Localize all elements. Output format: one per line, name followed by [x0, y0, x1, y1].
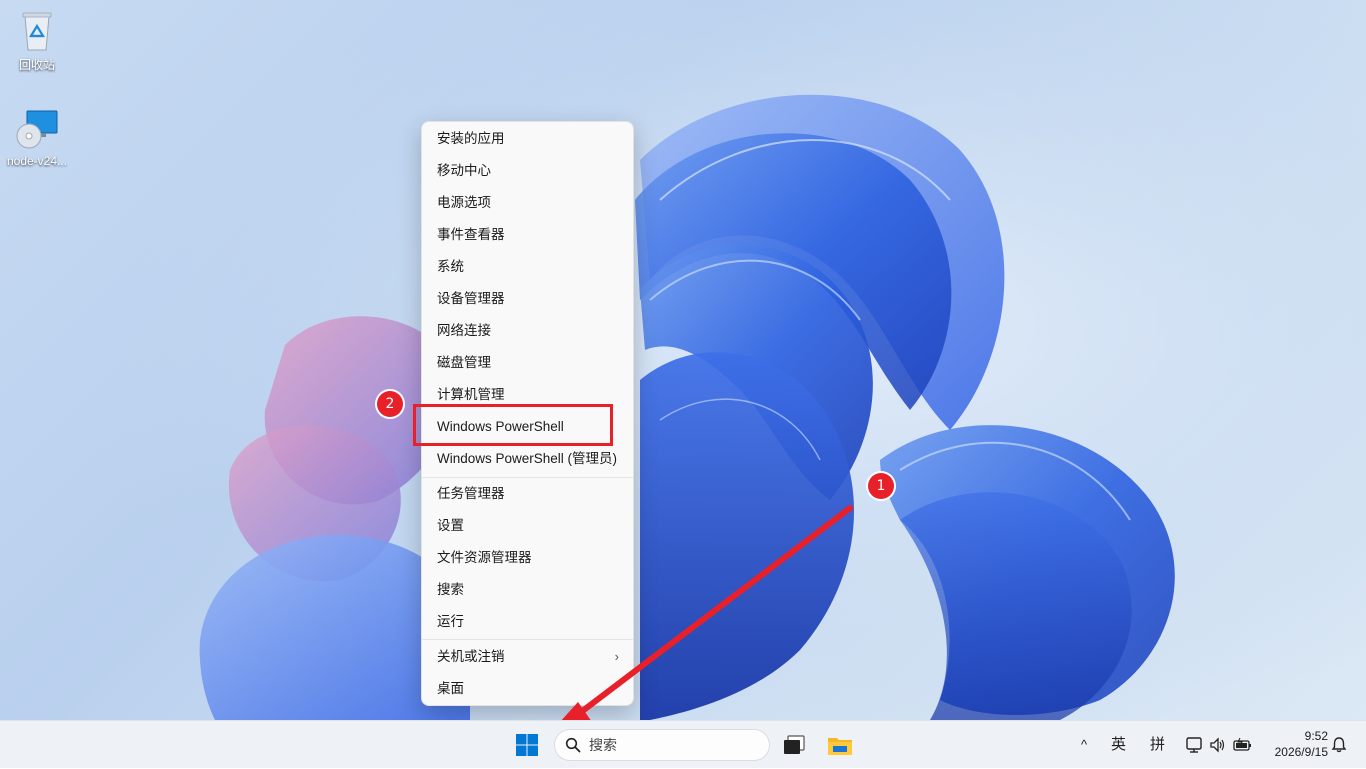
menu-item-network-connections[interactable]: 网络连接	[426, 316, 629, 346]
installer-disc-icon	[16, 110, 58, 149]
menu-separator	[422, 477, 633, 478]
menu-item-installed-apps[interactable]: 安装的应用	[426, 124, 629, 154]
system-tray-status-cluster[interactable]	[1183, 735, 1253, 755]
desktop-icon-label: 回收站	[18, 58, 55, 72]
annotation-step-2-badge: 2	[377, 391, 403, 417]
taskbar-search-box[interactable]: 搜索	[554, 729, 770, 761]
bell-icon	[1331, 737, 1347, 753]
menu-item-windows-powershell[interactable]: Windows PowerShell	[426, 412, 629, 442]
desktop[interactable]: 回收站 node-v24... 安装的应用 移动中心 电源选项 事件查看器 系统…	[0, 0, 1366, 720]
menu-item-settings[interactable]: 设置	[426, 511, 629, 541]
menu-item-event-viewer[interactable]: 事件查看器	[426, 220, 629, 250]
winx-context-menu: 安装的应用 移动中心 电源选项 事件查看器 系统 设备管理器 网络连接 磁盘管理…	[421, 121, 634, 706]
folder-icon	[828, 738, 852, 755]
desktop-icon-label: node-v24...	[6, 154, 68, 168]
annotation-step-1-badge: 1	[868, 473, 894, 499]
battery-icon	[1233, 737, 1251, 751]
menu-item-device-manager[interactable]: 设备管理器	[426, 284, 629, 314]
ime-mode-indicator[interactable]: 拼	[1150, 721, 1165, 769]
menu-item-shutdown-signout[interactable]: 关机或注销 ›	[426, 642, 629, 672]
taskbar: 搜索 ^ 英 拼 9:52 2026/9/15	[0, 720, 1366, 768]
menu-separator	[422, 639, 633, 640]
language-indicator[interactable]: 英	[1111, 721, 1126, 769]
menu-item-file-explorer[interactable]: 文件资源管理器	[426, 543, 629, 573]
menu-item-system[interactable]: 系统	[426, 252, 629, 282]
volume-icon	[1210, 737, 1225, 753]
menu-item-search[interactable]: 搜索	[426, 575, 629, 605]
tray-overflow-chevron[interactable]: ^	[1081, 721, 1087, 769]
search-icon	[565, 737, 581, 753]
recycle-bin-icon	[22, 12, 52, 51]
desktop-icon-recycle-bin[interactable]: 回收站	[1, 8, 73, 73]
menu-item-label: 关机或注销	[437, 649, 505, 664]
menu-item-mobility-center[interactable]: 移动中心	[426, 156, 629, 186]
menu-item-windows-powershell-admin[interactable]: Windows PowerShell (管理员)	[426, 444, 629, 474]
menu-item-desktop[interactable]: 桌面	[426, 674, 629, 704]
start-button[interactable]	[511, 729, 543, 761]
task-view-button[interactable]	[778, 729, 810, 761]
clock-time: 9:52	[1304, 729, 1328, 743]
bloom-wallpaper	[0, 0, 1366, 720]
chevron-right-icon: ›	[614, 649, 619, 664]
menu-item-run[interactable]: 运行	[426, 607, 629, 637]
windows-logo-icon	[516, 734, 538, 756]
menu-item-disk-management[interactable]: 磁盘管理	[426, 348, 629, 378]
file-explorer-button[interactable]	[824, 729, 856, 761]
network-icon	[1186, 737, 1202, 753]
notification-button[interactable]	[1330, 736, 1348, 754]
task-view-icon	[784, 735, 805, 754]
menu-item-power-options[interactable]: 电源选项	[426, 188, 629, 218]
desktop-icon-node-installer[interactable]: node-v24...	[1, 108, 73, 168]
clock-date: 2026/9/15	[1274, 745, 1328, 759]
taskbar-clock[interactable]: 9:52 2026/9/15	[1262, 728, 1328, 760]
menu-item-task-manager[interactable]: 任务管理器	[426, 479, 629, 509]
menu-item-computer-management[interactable]: 计算机管理	[426, 380, 629, 410]
search-placeholder: 搜索	[589, 737, 617, 753]
